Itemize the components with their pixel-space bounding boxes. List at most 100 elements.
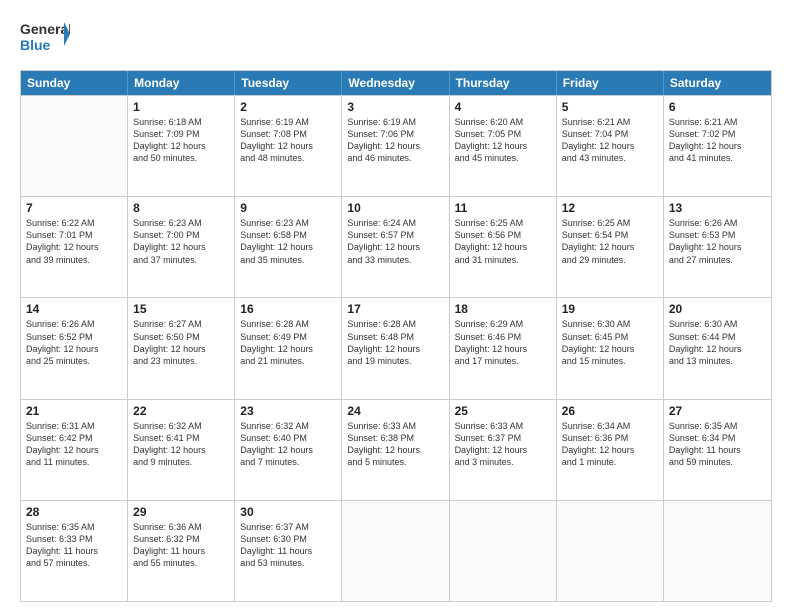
calendar-week-row: 21 Sunrise: 6:31 AM Sunset: 6:42 PM Dayli…	[21, 399, 771, 500]
calendar-cell: 21 Sunrise: 6:31 AM Sunset: 6:42 PM Dayli…	[21, 400, 128, 500]
day-info: Sunrise: 6:25 AM Sunset: 6:54 PM Dayligh…	[562, 217, 658, 266]
day-info: Sunrise: 6:21 AM Sunset: 7:04 PM Dayligh…	[562, 116, 658, 165]
day-number: 15	[133, 302, 229, 316]
calendar-cell: 13Sunrise: 6:26 AM Sunset: 6:53 PM Dayli…	[664, 197, 771, 297]
calendar-cell: 5 Sunrise: 6:21 AM Sunset: 7:04 PM Daylig…	[557, 96, 664, 196]
day-info: Sunrise: 6:36 AM Sunset: 6:32 PM Dayligh…	[133, 521, 229, 570]
day-number: 26	[562, 404, 658, 418]
day-info: Sunrise: 6:23 AM Sunset: 7:00 PM Dayligh…	[133, 217, 229, 266]
calendar-cell: 11 Sunrise: 6:25 AM Sunset: 6:56 PM Dayli…	[450, 197, 557, 297]
day-number: 1	[133, 100, 229, 114]
day-info: Sunrise: 6:25 AM Sunset: 6:56 PM Dayligh…	[455, 217, 551, 266]
day-info: Sunrise: 6:37 AM Sunset: 6:30 PM Dayligh…	[240, 521, 336, 570]
day-info: Sunrise: 6:33 AM Sunset: 6:37 PM Dayligh…	[455, 420, 551, 469]
calendar-cell: 18 Sunrise: 6:29 AM Sunset: 6:46 PM Dayli…	[450, 298, 557, 398]
day-info: Sunrise: 6:22 AM Sunset: 7:01 PM Dayligh…	[26, 217, 122, 266]
day-info: Sunrise: 6:21 AM Sunset: 7:02 PM Dayligh…	[669, 116, 766, 165]
calendar-cell	[664, 501, 771, 601]
page: General Blue SundayMondayTuesdayWednesda…	[0, 0, 792, 612]
calendar-header-cell: Monday	[128, 71, 235, 95]
day-number: 16	[240, 302, 336, 316]
day-number: 17	[347, 302, 443, 316]
calendar-cell: 3Sunrise: 6:19 AM Sunset: 7:06 PM Daylig…	[342, 96, 449, 196]
calendar-header-cell: Sunday	[21, 71, 128, 95]
day-number: 14	[26, 302, 122, 316]
day-info: Sunrise: 6:18 AM Sunset: 7:09 PM Dayligh…	[133, 116, 229, 165]
calendar-cell: 8Sunrise: 6:23 AM Sunset: 7:00 PM Daylig…	[128, 197, 235, 297]
day-info: Sunrise: 6:24 AM Sunset: 6:57 PM Dayligh…	[347, 217, 443, 266]
calendar-header-cell: Friday	[557, 71, 664, 95]
day-number: 10	[347, 201, 443, 215]
calendar-cell: 12 Sunrise: 6:25 AM Sunset: 6:54 PM Dayli…	[557, 197, 664, 297]
calendar-cell: 27 Sunrise: 6:35 AM Sunset: 6:34 PM Dayli…	[664, 400, 771, 500]
day-info: Sunrise: 6:32 AM Sunset: 6:41 PM Dayligh…	[133, 420, 229, 469]
day-info: Sunrise: 6:32 AM Sunset: 6:40 PM Dayligh…	[240, 420, 336, 469]
calendar-cell: 19 Sunrise: 6:30 AM Sunset: 6:45 PM Dayli…	[557, 298, 664, 398]
svg-text:Blue: Blue	[20, 37, 51, 53]
day-number: 25	[455, 404, 551, 418]
day-info: Sunrise: 6:34 AM Sunset: 6:36 PM Dayligh…	[562, 420, 658, 469]
calendar-cell: 24Sunrise: 6:33 AM Sunset: 6:38 PM Dayli…	[342, 400, 449, 500]
day-info: Sunrise: 6:29 AM Sunset: 6:46 PM Dayligh…	[455, 318, 551, 367]
day-number: 23	[240, 404, 336, 418]
calendar-header-row: SundayMondayTuesdayWednesdayThursdayFrid…	[21, 71, 771, 95]
day-info: Sunrise: 6:20 AM Sunset: 7:05 PM Dayligh…	[455, 116, 551, 165]
header: General Blue	[20, 18, 772, 60]
calendar-cell: 15 Sunrise: 6:27 AM Sunset: 6:50 PM Dayli…	[128, 298, 235, 398]
calendar-header-cell: Wednesday	[342, 71, 449, 95]
day-number: 19	[562, 302, 658, 316]
day-info: Sunrise: 6:28 AM Sunset: 6:48 PM Dayligh…	[347, 318, 443, 367]
calendar-cell: 9Sunrise: 6:23 AM Sunset: 6:58 PM Daylig…	[235, 197, 342, 297]
day-number: 2	[240, 100, 336, 114]
calendar-body: 1 Sunrise: 6:18 AM Sunset: 7:09 PM Daylig…	[21, 95, 771, 601]
calendar-cell: 20Sunrise: 6:30 AM Sunset: 6:44 PM Dayli…	[664, 298, 771, 398]
calendar-cell: 1 Sunrise: 6:18 AM Sunset: 7:09 PM Daylig…	[128, 96, 235, 196]
day-number: 27	[669, 404, 766, 418]
calendar-cell: 28Sunrise: 6:35 AM Sunset: 6:33 PM Dayli…	[21, 501, 128, 601]
calendar-cell: 29 Sunrise: 6:36 AM Sunset: 6:32 PM Dayli…	[128, 501, 235, 601]
calendar-cell	[557, 501, 664, 601]
day-number: 12	[562, 201, 658, 215]
calendar-week-row: 14 Sunrise: 6:26 AM Sunset: 6:52 PM Dayli…	[21, 297, 771, 398]
calendar-cell: 2 Sunrise: 6:19 AM Sunset: 7:08 PM Daylig…	[235, 96, 342, 196]
day-number: 29	[133, 505, 229, 519]
logo: General Blue	[20, 18, 70, 60]
calendar-cell	[21, 96, 128, 196]
day-info: Sunrise: 6:26 AM Sunset: 6:52 PM Dayligh…	[26, 318, 122, 367]
day-number: 11	[455, 201, 551, 215]
calendar-week-row: 1 Sunrise: 6:18 AM Sunset: 7:09 PM Daylig…	[21, 95, 771, 196]
calendar-header-cell: Thursday	[450, 71, 557, 95]
day-info: Sunrise: 6:30 AM Sunset: 6:45 PM Dayligh…	[562, 318, 658, 367]
day-number: 20	[669, 302, 766, 316]
day-number: 30	[240, 505, 336, 519]
day-number: 18	[455, 302, 551, 316]
logo-svg: General Blue	[20, 18, 70, 60]
calendar-cell: 6 Sunrise: 6:21 AM Sunset: 7:02 PM Daylig…	[664, 96, 771, 196]
day-info: Sunrise: 6:19 AM Sunset: 7:06 PM Dayligh…	[347, 116, 443, 165]
day-info: Sunrise: 6:31 AM Sunset: 6:42 PM Dayligh…	[26, 420, 122, 469]
calendar-cell: 17 Sunrise: 6:28 AM Sunset: 6:48 PM Dayli…	[342, 298, 449, 398]
day-number: 22	[133, 404, 229, 418]
day-info: Sunrise: 6:23 AM Sunset: 6:58 PM Dayligh…	[240, 217, 336, 266]
day-number: 24	[347, 404, 443, 418]
day-info: Sunrise: 6:35 AM Sunset: 6:34 PM Dayligh…	[669, 420, 766, 469]
calendar-cell: 30 Sunrise: 6:37 AM Sunset: 6:30 PM Dayli…	[235, 501, 342, 601]
calendar-cell: 26 Sunrise: 6:34 AM Sunset: 6:36 PM Dayli…	[557, 400, 664, 500]
day-info: Sunrise: 6:19 AM Sunset: 7:08 PM Dayligh…	[240, 116, 336, 165]
day-number: 6	[669, 100, 766, 114]
day-number: 5	[562, 100, 658, 114]
calendar-cell: 14 Sunrise: 6:26 AM Sunset: 6:52 PM Dayli…	[21, 298, 128, 398]
calendar-cell: 16 Sunrise: 6:28 AM Sunset: 6:49 PM Dayli…	[235, 298, 342, 398]
day-number: 7	[26, 201, 122, 215]
day-number: 13	[669, 201, 766, 215]
day-info: Sunrise: 6:28 AM Sunset: 6:49 PM Dayligh…	[240, 318, 336, 367]
calendar-cell: 25 Sunrise: 6:33 AM Sunset: 6:37 PM Dayli…	[450, 400, 557, 500]
calendar-cell: 22 Sunrise: 6:32 AM Sunset: 6:41 PM Dayli…	[128, 400, 235, 500]
calendar: SundayMondayTuesdayWednesdayThursdayFrid…	[20, 70, 772, 602]
calendar-cell	[450, 501, 557, 601]
day-number: 21	[26, 404, 122, 418]
svg-text:General: General	[20, 21, 70, 37]
calendar-cell	[342, 501, 449, 601]
day-info: Sunrise: 6:27 AM Sunset: 6:50 PM Dayligh…	[133, 318, 229, 367]
calendar-header-cell: Tuesday	[235, 71, 342, 95]
